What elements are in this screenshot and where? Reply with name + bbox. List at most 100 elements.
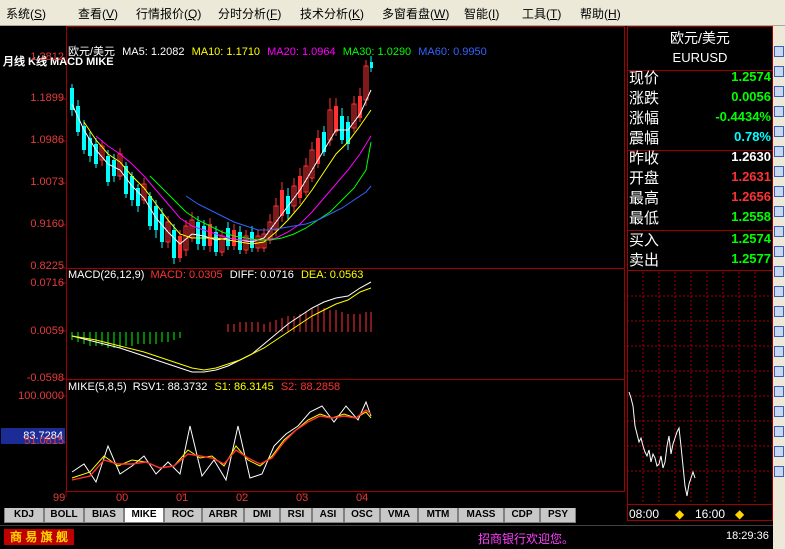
menu-smart[interactable]: 智能(I) <box>464 5 499 22</box>
tool-icon[interactable] <box>774 66 784 77</box>
main-legend: 欧元/美元 MA5: 1.2082 MA10: 1.1710 MA20: 1.0… <box>68 43 487 59</box>
tab-bias[interactable]: BIAS <box>84 508 124 523</box>
price-axis-label: 1.0986 <box>30 134 64 146</box>
price-axis-label: 1.0073 <box>30 176 64 188</box>
tab-asi[interactable]: ASI <box>312 508 344 523</box>
tool-icon[interactable] <box>774 186 784 197</box>
quote-label: 买入 <box>629 232 660 249</box>
tab-osc[interactable]: OSC <box>344 508 380 523</box>
mike-legend: MIKE(5,8,5) RSV1: 88.3732 S1: 86.3145 S2… <box>68 381 340 393</box>
menu-tools[interactable]: 工具(T) <box>522 5 561 22</box>
ma30-line <box>149 141 372 241</box>
price-axis-label: 1.2812 <box>30 51 64 63</box>
tool-icon[interactable] <box>774 286 784 297</box>
quote-row-prev-close: 昨收 1.2630 <box>627 146 773 167</box>
quote-value: 1.2631 <box>731 169 771 184</box>
status-message: 招商银行欢迎您。 <box>478 532 575 546</box>
quote-label: 现价 <box>629 70 660 87</box>
tab-kdj[interactable]: KDJ <box>4 508 44 523</box>
price-axis-label: 1.1899 <box>30 92 64 104</box>
tab-arbr[interactable]: ARBR <box>202 508 244 523</box>
menu-view[interactable]: 查看(V) <box>78 5 118 22</box>
menu-multiwindow[interactable]: 多窗看盘(W) <box>382 5 449 22</box>
kline-chart[interactable]: 月线 K线 MACD MIKE 欧元/美元 MA5: 1.2082 MA10: … <box>0 26 626 521</box>
tool-icon[interactable] <box>774 106 784 117</box>
tool-icon[interactable] <box>774 226 784 237</box>
mike-axis-label: 100.0000 <box>18 390 64 402</box>
tab-mass[interactable]: MASS <box>458 508 504 523</box>
intraday-price-line <box>628 391 696 497</box>
quote-label: 昨收 <box>629 150 660 167</box>
quote-label: 最低 <box>629 210 660 227</box>
tool-icon[interactable] <box>774 326 784 337</box>
quote-row-change-pct: 涨幅 -0.4434% <box>627 106 773 127</box>
x-axis-label: 00 <box>116 492 129 504</box>
legend-ma10: MA10: 1.1710 <box>191 46 261 58</box>
tab-roc[interactable]: ROC <box>164 508 202 523</box>
tool-icon[interactable] <box>774 306 784 317</box>
x-axis-label: 01 <box>176 492 189 504</box>
mike-legend-s1: S1: 86.3145 <box>214 381 274 393</box>
quote-label: 震幅 <box>629 130 660 147</box>
tool-icon[interactable] <box>774 86 784 97</box>
tool-icon[interactable] <box>774 146 784 157</box>
macd-dea-line <box>71 287 372 371</box>
tab-mike[interactable]: MIKE <box>124 508 164 523</box>
broker-logo: 商 易 旗 舰 <box>4 529 74 545</box>
tool-icon[interactable] <box>774 446 784 457</box>
menu-technical[interactable]: 技术分析(K) <box>300 5 364 22</box>
price-axis-label: 0.9160 <box>30 218 64 230</box>
tool-icon[interactable] <box>774 266 784 277</box>
mike-rsv-line <box>71 400 372 484</box>
quote-label: 最高 <box>629 190 660 207</box>
quote-value: 0.78% <box>734 129 771 144</box>
tool-icon[interactable] <box>774 346 784 357</box>
tab-mtm[interactable]: MTM <box>418 508 458 523</box>
mike-legend-s2: S2: 88.2858 <box>280 381 341 393</box>
quote-panel: 欧元/美元 EURUSD 现价 1.2574 涨跌 0.0056 涨幅 -0.4… <box>627 26 773 521</box>
menu-intraday[interactable]: 分时分析(F) <box>218 5 281 22</box>
candlesticks <box>70 56 373 264</box>
x-axis-label: 99 <box>53 492 66 504</box>
quote-label: 开盘 <box>629 170 660 187</box>
tool-icon[interactable] <box>774 366 784 377</box>
mike-s1-line <box>71 411 372 479</box>
tool-icon[interactable] <box>774 406 784 417</box>
tab-boll[interactable]: BOLL <box>44 508 84 523</box>
tab-dmi[interactable]: DMI <box>244 508 280 523</box>
tool-icon[interactable] <box>774 246 784 257</box>
x-axis-label: 04 <box>356 492 369 504</box>
legend-ma60: MA60: 0.9950 <box>418 46 487 58</box>
tool-icon[interactable] <box>774 206 784 217</box>
menu-quotes[interactable]: 行情报价(Q) <box>136 5 201 22</box>
tool-icon[interactable] <box>774 466 784 477</box>
quote-row-ask: 卖出 1.2577 <box>627 248 773 269</box>
macd-legend-macd: MACD: 0.0305 <box>150 269 223 281</box>
quote-code: EURUSD <box>672 50 728 65</box>
quote-row-price: 现价 1.2574 <box>627 66 773 87</box>
legend-ma30: MA30: 1.0290 <box>342 46 412 58</box>
quote-value: 1.2630 <box>731 149 771 164</box>
quote-value: 1.2574 <box>731 231 771 246</box>
tab-rsi[interactable]: RSI <box>280 508 312 523</box>
menu-system[interactable]: 系统(S) <box>6 5 46 22</box>
quote-value: 0.0056 <box>731 89 771 104</box>
price-axis-ticks <box>60 57 66 443</box>
tool-icon[interactable] <box>774 426 784 437</box>
quote-row-open: 开盘 1.2631 <box>627 166 773 187</box>
tool-icon[interactable] <box>774 166 784 177</box>
intraday-marker-icon: ◆ <box>735 507 745 521</box>
tab-cdp[interactable]: CDP <box>504 508 540 523</box>
quote-row-bid: 买入 1.2574 <box>627 228 773 249</box>
macd-axis-label: 0.0716 <box>30 277 64 289</box>
price-axis-label: 0.8225 <box>30 260 64 272</box>
tab-vma[interactable]: VMA <box>380 508 418 523</box>
menu-bar: 系统(S) 查看(V) 行情报价(Q) 分时分析(F) 技术分析(K) 多窗看盘… <box>0 0 785 26</box>
quote-value: 1.2558 <box>731 209 771 224</box>
menu-help[interactable]: 帮助(H) <box>580 5 621 22</box>
tool-icon[interactable] <box>774 126 784 137</box>
tab-psy[interactable]: PSY <box>540 508 576 523</box>
tool-icon[interactable] <box>774 386 784 397</box>
quote-label: 涨幅 <box>629 110 660 127</box>
tool-icon[interactable] <box>774 46 784 57</box>
